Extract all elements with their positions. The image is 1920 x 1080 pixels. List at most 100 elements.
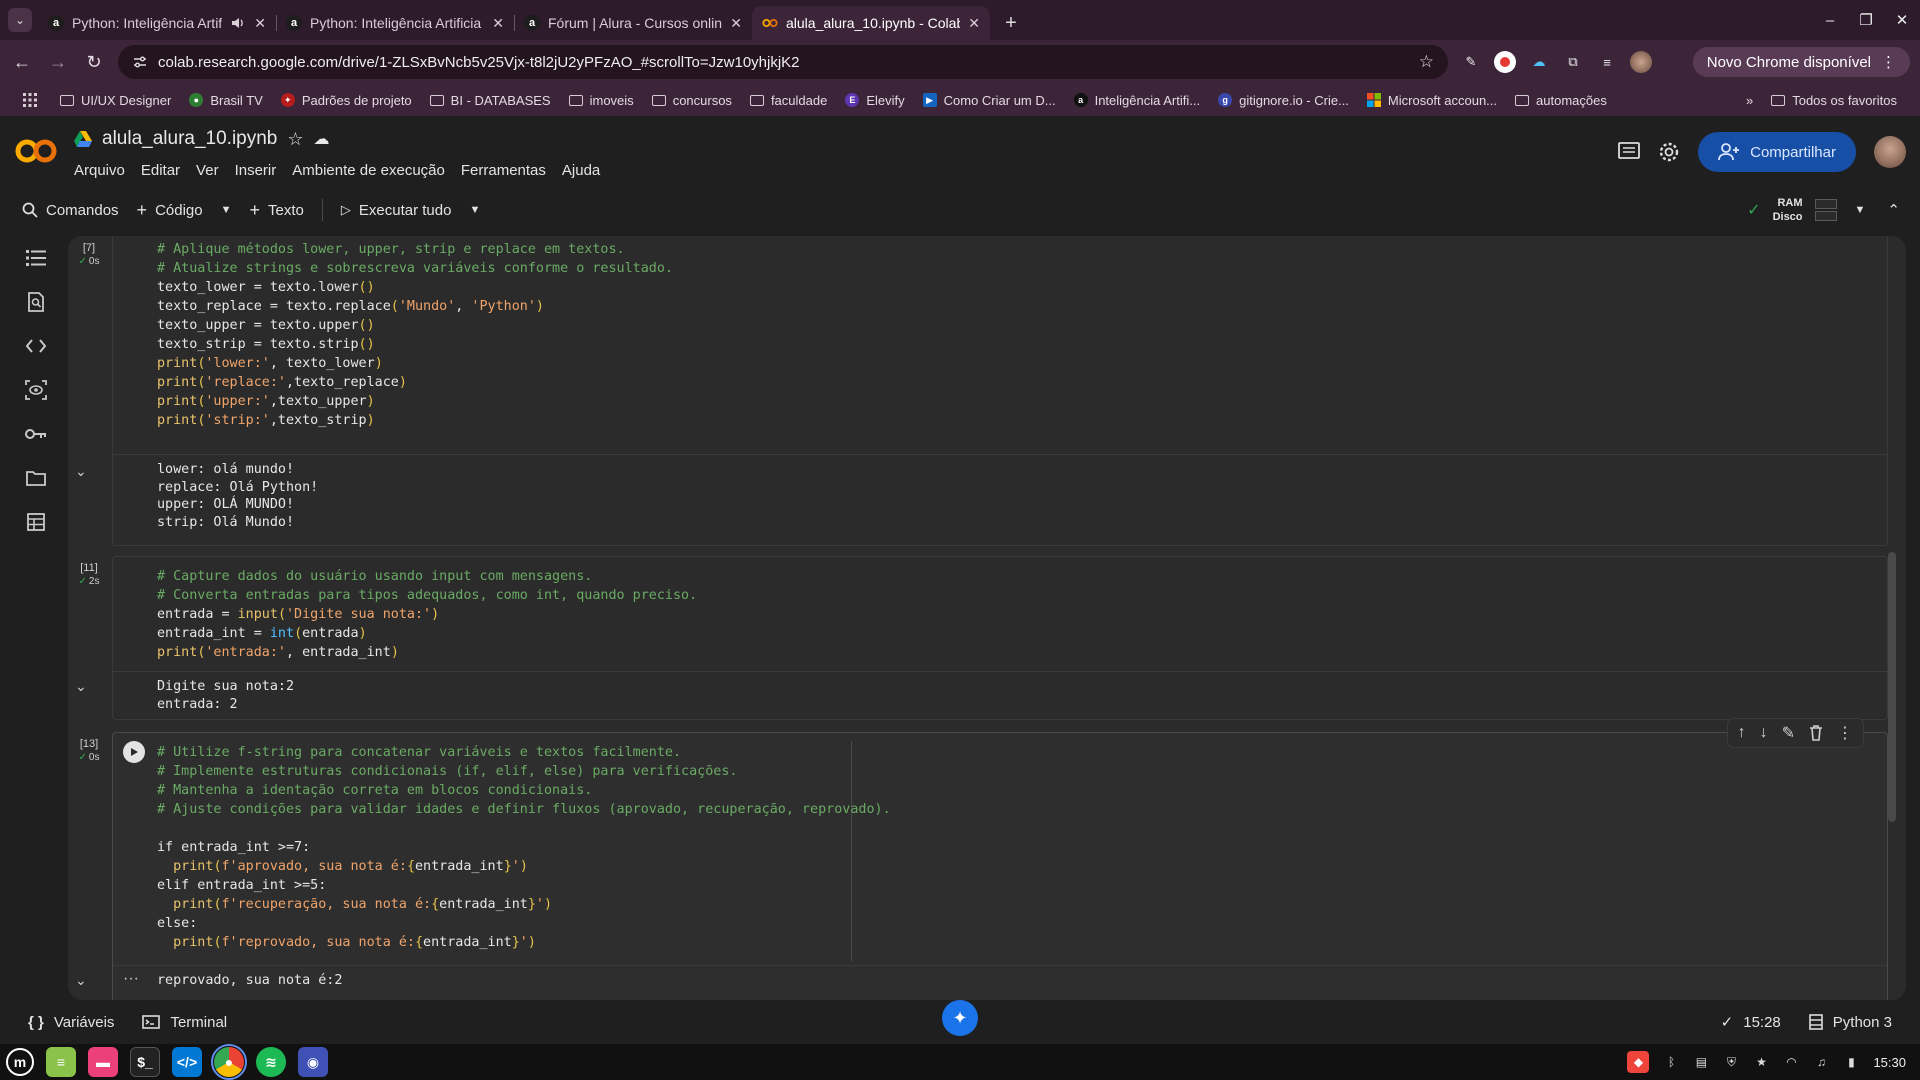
- os-clock[interactable]: 15:30: [1873, 1055, 1906, 1070]
- record-extension-icon[interactable]: [1494, 51, 1516, 73]
- move-down-arrow-icon[interactable]: ↓: [1760, 724, 1768, 742]
- data-table-icon[interactable]: [12, 500, 60, 544]
- notebook-title[interactable]: alula_alura_10.ipynb: [102, 128, 277, 150]
- bookmark-link[interactable]: ✦ Padrões de projeto: [272, 93, 421, 108]
- code-editor[interactable]: # Capture dados do usuário usando input …: [157, 567, 697, 662]
- bookmark-folder[interactable]: imoveis: [560, 93, 643, 108]
- menu-ver[interactable]: Ver: [196, 162, 219, 179]
- battery-icon[interactable]: ▮: [1843, 1054, 1859, 1070]
- speaker-icon[interactable]: [230, 15, 246, 31]
- restore-icon[interactable]: ❐: [1848, 11, 1884, 29]
- table-of-contents-icon[interactable]: [12, 236, 60, 280]
- run-cell-play-icon[interactable]: [123, 741, 145, 763]
- shield-icon[interactable]: ⛨: [1723, 1054, 1739, 1070]
- terminal-button[interactable]: Terminal: [142, 1014, 227, 1031]
- new-tab-plus-icon[interactable]: +: [996, 8, 1026, 38]
- key-icon[interactable]: [12, 412, 60, 456]
- bookmark-link[interactable]: g gitignore.io - Crie...: [1209, 93, 1358, 108]
- bookmark-link[interactable]: ● Brasil TV: [180, 93, 272, 108]
- media-controls-icon[interactable]: ≡: [1596, 51, 1618, 73]
- bookmark-folder[interactable]: BI - DATABASES: [421, 93, 560, 108]
- trash-icon[interactable]: [1809, 725, 1823, 741]
- all-bookmarks-folder[interactable]: Todos os favoritos: [1762, 93, 1906, 108]
- wifi-icon[interactable]: ◠: [1783, 1054, 1799, 1070]
- more-bookmarks-chevron-icon[interactable]: »: [1737, 93, 1762, 108]
- cloud-saved-icon[interactable]: ☁: [314, 129, 330, 149]
- output-menu-icon[interactable]: ···: [123, 970, 139, 988]
- menu-ambiente-execucao[interactable]: Ambiente de execução: [292, 162, 445, 179]
- code-cell[interactable]: [7] ✓ 0s # Aplique métodos lower, upper, …: [68, 236, 1888, 546]
- back-arrow-icon[interactable]: ←: [10, 50, 34, 74]
- system-settings-icon[interactable]: ≡: [46, 1047, 76, 1077]
- files-folder-icon[interactable]: ▬: [88, 1047, 118, 1077]
- chrome-update-button[interactable]: Novo Chrome disponível ⋮: [1692, 47, 1910, 77]
- bookmark-folder[interactable]: concursos: [643, 93, 741, 108]
- avatar[interactable]: [1874, 136, 1906, 168]
- menu-editar[interactable]: Editar: [141, 162, 180, 179]
- find-replace-icon[interactable]: [12, 280, 60, 324]
- code-editor[interactable]: # Aplique métodos lower, upper, strip e …: [157, 240, 673, 430]
- bookmark-link[interactable]: a Inteligência Artifi...: [1065, 93, 1210, 108]
- tab-search-button[interactable]: ⌄: [8, 8, 32, 32]
- reload-icon[interactable]: ↻: [82, 50, 106, 74]
- star-bookmark-icon[interactable]: ☆: [1419, 52, 1434, 72]
- menu-arquivo[interactable]: Arquivo: [74, 162, 125, 179]
- spotify-icon[interactable]: ≋: [256, 1047, 286, 1077]
- mint-menu-icon[interactable]: m: [6, 1048, 34, 1076]
- vscode-icon[interactable]: </>: [172, 1047, 202, 1077]
- address-bar[interactable]: colab.research.google.com/drive/1-ZLSxBv…: [118, 45, 1448, 79]
- close-icon[interactable]: ✕: [968, 15, 980, 32]
- close-icon[interactable]: ✕: [492, 15, 504, 32]
- terminal-app-icon[interactable]: $_: [130, 1047, 160, 1077]
- close-icon[interactable]: ✕: [730, 15, 742, 32]
- edit-pen-icon[interactable]: ✎: [1782, 723, 1795, 743]
- colab-logo[interactable]: [14, 136, 58, 166]
- run-all-button[interactable]: ▷ Executar tudo ▼: [341, 202, 480, 219]
- folder-files-icon[interactable]: [12, 456, 60, 500]
- menu-ajuda[interactable]: Ajuda: [562, 162, 600, 179]
- pen-extension-icon[interactable]: ✎: [1460, 51, 1482, 73]
- bookmark-link[interactable]: E Elevify: [836, 93, 913, 108]
- browser-tab-1[interactable]: a Python: Inteligência Artif ✕: [38, 6, 276, 40]
- minimize-icon[interactable]: –: [1812, 12, 1848, 29]
- collapse-output-chevron-icon[interactable]: ⌄: [75, 972, 87, 989]
- extension-cloud-icon[interactable]: ☁: [1528, 51, 1550, 73]
- commands-button[interactable]: Comandos: [22, 202, 119, 219]
- more-vert-icon[interactable]: ⋮: [1837, 723, 1853, 743]
- variables-button[interactable]: { } Variáveis: [28, 1014, 114, 1031]
- site-settings-icon[interactable]: [132, 54, 148, 70]
- forward-arrow-icon[interactable]: →: [46, 50, 70, 74]
- browser-tab-3[interactable]: a Fórum | Alura - Cursos online ✕: [514, 6, 752, 40]
- bluetooth-icon[interactable]: ᛒ: [1663, 1054, 1679, 1070]
- bookmark-link[interactable]: ▶ Como Criar um D...: [914, 93, 1065, 108]
- menu-inserir[interactable]: Inserir: [235, 162, 277, 179]
- add-text-button[interactable]: + Texto: [250, 200, 304, 221]
- apps-grid-icon[interactable]: [14, 93, 51, 107]
- bookmark-folder[interactable]: faculdade: [741, 93, 836, 108]
- gear-icon[interactable]: [1658, 141, 1680, 163]
- chrome-icon[interactable]: ●: [211, 1044, 247, 1080]
- ram-disk-labels[interactable]: RAM Disco: [1773, 196, 1803, 224]
- star-icon[interactable]: ☆: [287, 129, 303, 150]
- star-tray-icon[interactable]: ★: [1753, 1054, 1769, 1070]
- move-up-arrow-icon[interactable]: ↑: [1738, 724, 1746, 742]
- code-snippets-icon[interactable]: [12, 324, 60, 368]
- code-cell-focused[interactable]: [13] ✓ 0s # Utilize f-string para concate…: [68, 718, 1888, 1000]
- collapse-output-chevron-icon[interactable]: ⌄: [75, 463, 87, 480]
- add-code-button[interactable]: + Código ▼: [137, 200, 232, 221]
- bookmark-link[interactable]: Microsoft accoun...: [1358, 93, 1506, 108]
- code-editor[interactable]: # Utilize f-string para concatenar variá…: [157, 743, 891, 952]
- anydesk-icon[interactable]: ◆: [1627, 1051, 1650, 1073]
- browser-tab-4[interactable]: alula_alura_10.ipynb - Colab ✕: [752, 6, 990, 40]
- code-cell[interactable]: [11] ✓ 2s # Capture dados do usuário usan…: [68, 556, 1888, 720]
- share-button[interactable]: Compartilhar: [1698, 132, 1856, 172]
- menu-ferramentas[interactable]: Ferramentas: [461, 162, 546, 179]
- close-icon[interactable]: ✕: [254, 15, 266, 32]
- runtime-type[interactable]: Python 3: [1808, 1014, 1892, 1031]
- profile-avatar[interactable]: [1630, 51, 1652, 73]
- clipboard-icon[interactable]: ▤: [1693, 1054, 1709, 1070]
- bookmark-folder[interactable]: automações: [1506, 93, 1616, 108]
- music-note-icon[interactable]: ♫: [1813, 1054, 1829, 1070]
- caret-down-icon[interactable]: ▼: [1855, 204, 1866, 216]
- caret-down-icon[interactable]: ▼: [469, 204, 480, 216]
